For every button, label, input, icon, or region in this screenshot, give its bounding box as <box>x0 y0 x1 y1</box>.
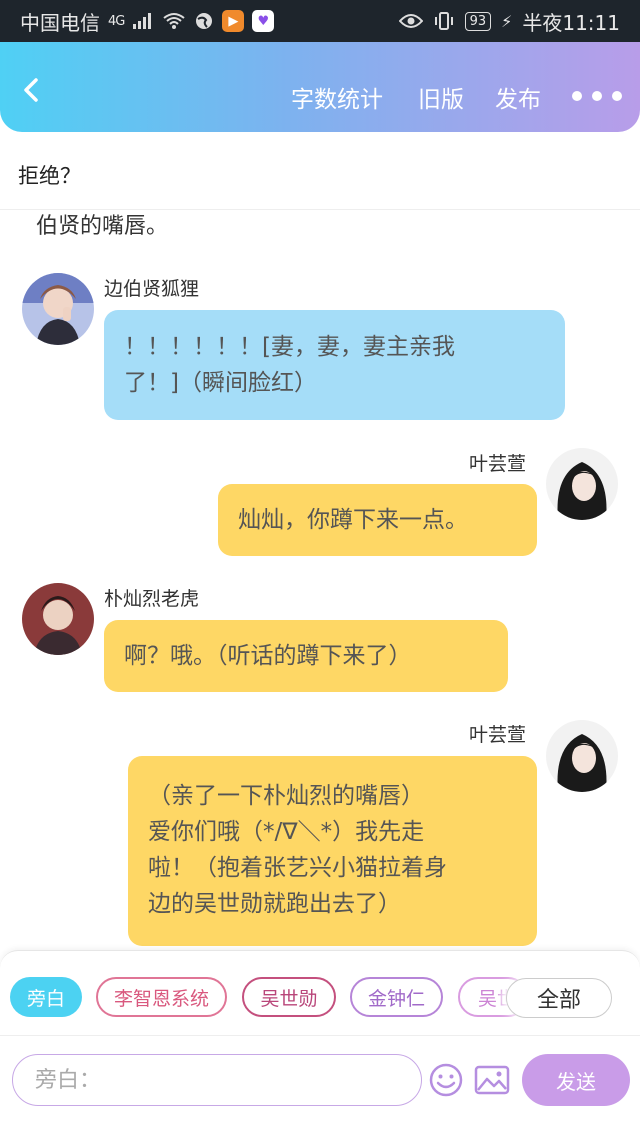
role-chip[interactable]: 吴世勋 <box>242 977 336 1017</box>
network-type: 4G <box>108 13 125 29</box>
charging-icon: ⚡ <box>501 11 513 31</box>
chapter-title[interactable]: 拒绝？ <box>18 160 81 190</box>
role-chip[interactable]: 李智恩系统 <box>96 977 227 1017</box>
avatar[interactable] <box>22 273 94 345</box>
message-line: ！！！！！！[妻，妻，妻主亲我 <box>124 334 455 360</box>
role-chip[interactable]: 金钟仁 <box>350 977 443 1017</box>
globe-icon <box>196 13 213 29</box>
speaker-name: 叶芸萱 <box>469 453 527 475</box>
message-line: 了！]（瞬间脸红） <box>124 370 317 396</box>
image-icon[interactable] <box>474 1062 510 1098</box>
message-bubble[interactable]: 灿灿，你蹲下来一点。 <box>218 484 537 556</box>
message-line: 啊？哦。（听话的蹲下来了） <box>124 643 412 669</box>
message-input[interactable] <box>12 1054 422 1106</box>
top-nav-bar: 字数统计 旧版 发布 <box>0 42 640 132</box>
message-bubble[interactable]: （亲了一下朴灿烈的嘴唇） 爱你们哦（*/∇＼*）我先走 啦！（抱着张艺兴小猫拉着… <box>128 756 537 946</box>
message-bubble[interactable]: 啊？哦。（听话的蹲下来了） <box>104 620 508 692</box>
word-count-button[interactable]: 字数统计 <box>291 80 383 114</box>
wifi-icon <box>163 13 185 29</box>
back-arrow-icon[interactable] <box>20 78 44 102</box>
message-line: 灿灿，你蹲下来一点。 <box>238 507 468 533</box>
message-bubble[interactable]: ！！！！！！[妻，妻，妻主亲我 了！]（瞬间脸红） <box>104 310 565 420</box>
carrier-label: 中国电信 <box>20 10 100 35</box>
avatar[interactable] <box>22 583 94 655</box>
clock: 半夜11:11 <box>522 10 620 35</box>
message-line: 边的吴世勋就跑出去了） <box>148 891 401 917</box>
send-button[interactable]: 发送 <box>522 1054 630 1106</box>
emoji-icon[interactable] <box>428 1062 464 1098</box>
scrolled-text-fragment: 伯贤的嘴唇。 <box>36 214 169 239</box>
speaker-name: 朴灿烈老虎 <box>104 588 200 610</box>
vibrate-icon <box>434 12 453 30</box>
battery-level: 93 <box>464 11 492 31</box>
signal-icon <box>133 13 152 29</box>
role-chip-narrator[interactable]: 旁白 <box>10 977 82 1017</box>
heart-app-icon: ♥ <box>252 10 275 32</box>
speaker-name: 叶芸萱 <box>469 724 527 746</box>
speaker-name: 边伯贤狐狸 <box>104 278 200 300</box>
old-version-button[interactable]: 旧版 <box>418 80 464 114</box>
message-line: （亲了一下朴灿烈的嘴唇） <box>148 783 424 809</box>
eye-icon <box>398 14 423 28</box>
message-line: 爱你们哦（*/∇＼*）我先走 <box>148 819 425 845</box>
app-notification-icon: ▶ <box>222 10 245 32</box>
avatar[interactable] <box>546 720 618 792</box>
divider <box>0 1035 640 1036</box>
chat-editor-screen: 中国电信 4G ▶ ♥ 93 ⚡ 半夜11:11 字数统计 旧版 发布 拒绝？ … <box>0 0 640 1138</box>
message-line: 啦！（抱着张艺兴小猫拉着身 <box>148 855 447 881</box>
status-bar: 中国电信 4G ▶ ♥ 93 ⚡ 半夜11:11 <box>0 0 640 42</box>
avatar[interactable] <box>546 448 618 520</box>
more-options-icon[interactable] <box>572 91 622 101</box>
publish-button[interactable]: 发布 <box>495 80 541 114</box>
all-roles-button[interactable]: 全部 <box>506 978 612 1018</box>
